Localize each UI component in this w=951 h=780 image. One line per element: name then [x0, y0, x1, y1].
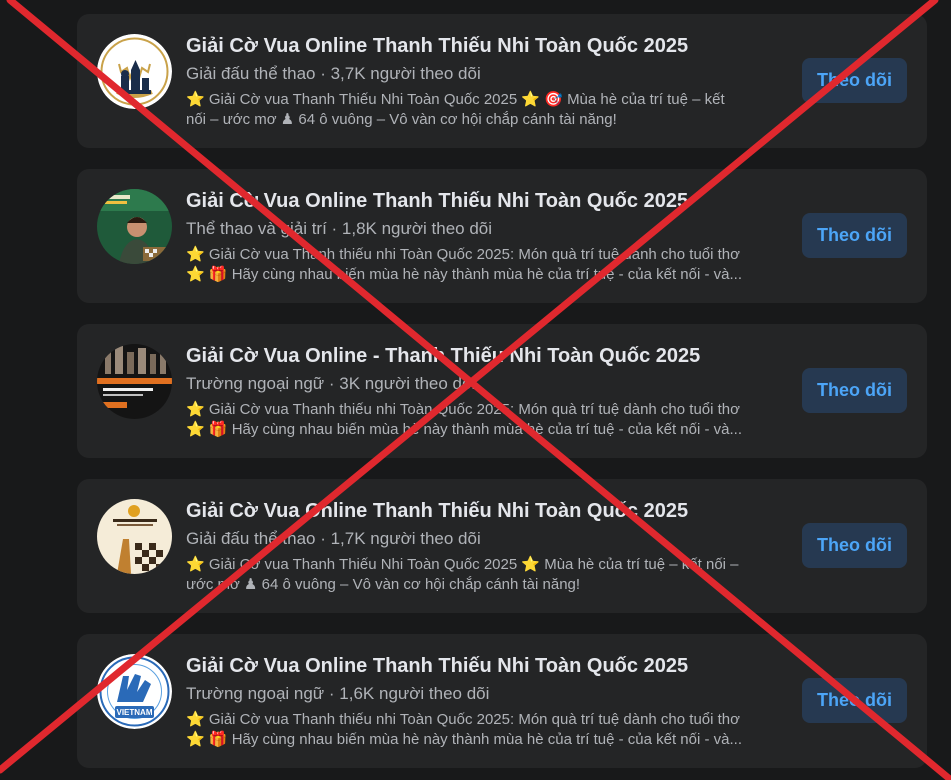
vietnam-chess-logo-icon[interactable]: VIETNAM [97, 654, 172, 729]
page-category-followers: Trường ngoại ngữ · 1,6K người theo dõi [186, 684, 490, 703]
follow-button[interactable]: Theo dõi [802, 58, 907, 103]
description-line: ⭐ Giải Cờ vua Thanh Thiếu Nhi Toàn Quốc … [186, 91, 725, 108]
page-description: ⭐ Giải Cờ vua Thanh thiếu nhi Toàn Quốc … [186, 245, 791, 285]
description-line: ⭐ Giải Cờ vua Thanh thiếu nhi Toàn Quốc … [186, 401, 740, 418]
follow-button[interactable]: Theo dõi [802, 678, 907, 723]
page-description: ⭐ Giải Cờ vua Thanh thiếu nhi Toàn Quốc … [186, 400, 791, 440]
follow-button[interactable]: Theo dõi [802, 523, 907, 568]
page-result-card[interactable]: Giải Cờ Vua Online - Thanh Thiếu Nhi Toà… [77, 324, 927, 458]
page-title[interactable]: Giải Cờ Vua Online Thanh Thiếu Nhi Toàn … [186, 35, 826, 58]
page-title[interactable]: Giải Cờ Vua Online Thanh Thiếu Nhi Toàn … [186, 655, 826, 678]
child-photo-icon[interactable] [97, 189, 172, 264]
description-line: ⭐ Giải Cờ vua Thanh thiếu nhi Toàn Quốc … [186, 711, 740, 728]
description-line: nối – ước mơ ♟ 64 ô vuông – Vô vàn cơ hộ… [186, 111, 617, 128]
page-title[interactable]: Giải Cờ Vua Online Thanh Thiếu Nhi Toàn … [186, 500, 826, 523]
description-line: ⭐ Giải Cờ vua Thanh thiếu nhi Toàn Quốc … [186, 246, 740, 263]
description-line: ⭐ 🎁 Hãy cùng nhau biến mùa hè này thành … [186, 266, 742, 283]
page-result-card[interactable]: Giải Cờ Vua Online Thanh Thiếu Nhi Toàn … [77, 479, 927, 613]
page-title[interactable]: Giải Cờ Vua Online - Thanh Thiếu Nhi Toà… [186, 345, 826, 368]
chess-poster-icon[interactable] [97, 344, 172, 419]
page-results-list: Giải Cờ Vua Online Thanh Thiếu Nhi Toàn … [0, 0, 951, 780]
page-description: ⭐ Giải Cờ vua Thanh thiếu nhi Toàn Quốc … [186, 710, 791, 750]
description-line: ⭐ 🎁 Hãy cùng nhau biến mùa hè này thành … [186, 421, 742, 438]
page-result-card[interactable]: VIETNAM Giải Cờ Vua Online Thanh Thiếu N… [77, 634, 927, 768]
follow-button[interactable]: Theo dõi [802, 368, 907, 413]
description-line: ⭐ Giải Cờ vua Thanh Thiếu Nhi Toàn Quốc … [186, 556, 739, 573]
page-description: ⭐ Giải Cờ vua Thanh Thiếu Nhi Toàn Quốc … [186, 555, 791, 595]
page-category-followers: Giải đấu thể thao · 1,7K người theo dõi [186, 529, 481, 548]
page-category-followers: Giải đấu thể thao · 3,7K người theo dõi [186, 64, 481, 83]
follow-button[interactable]: Theo dõi [802, 213, 907, 258]
page-category-followers: Trường ngoại ngữ · 3K người theo dõi [186, 374, 476, 393]
description-line: ⭐ 🎁 Hãy cùng nhau biến mùa hè này thành … [186, 731, 742, 748]
page-result-card[interactable]: Giải Cờ Vua Online Thanh Thiếu Nhi Toàn … [77, 169, 927, 303]
chessboard-poster-icon[interactable] [97, 499, 172, 574]
page-result-card[interactable]: Giải Cờ Vua Online Thanh Thiếu Nhi Toàn … [77, 14, 927, 148]
avatar-logo-text: VIETNAM [117, 708, 153, 717]
page-category-followers: Thể thao và giải trí · 1,8K người theo d… [186, 219, 493, 238]
page-description: ⭐ Giải Cờ vua Thanh Thiếu Nhi Toàn Quốc … [186, 90, 791, 130]
chess-logo-icon[interactable] [97, 34, 172, 109]
page-title[interactable]: Giải Cờ Vua Online Thanh Thiếu Nhi Toàn … [186, 190, 826, 213]
description-line: ước mơ ♟ 64 ô vuông – Vô vàn cơ hội chắp… [186, 576, 581, 593]
